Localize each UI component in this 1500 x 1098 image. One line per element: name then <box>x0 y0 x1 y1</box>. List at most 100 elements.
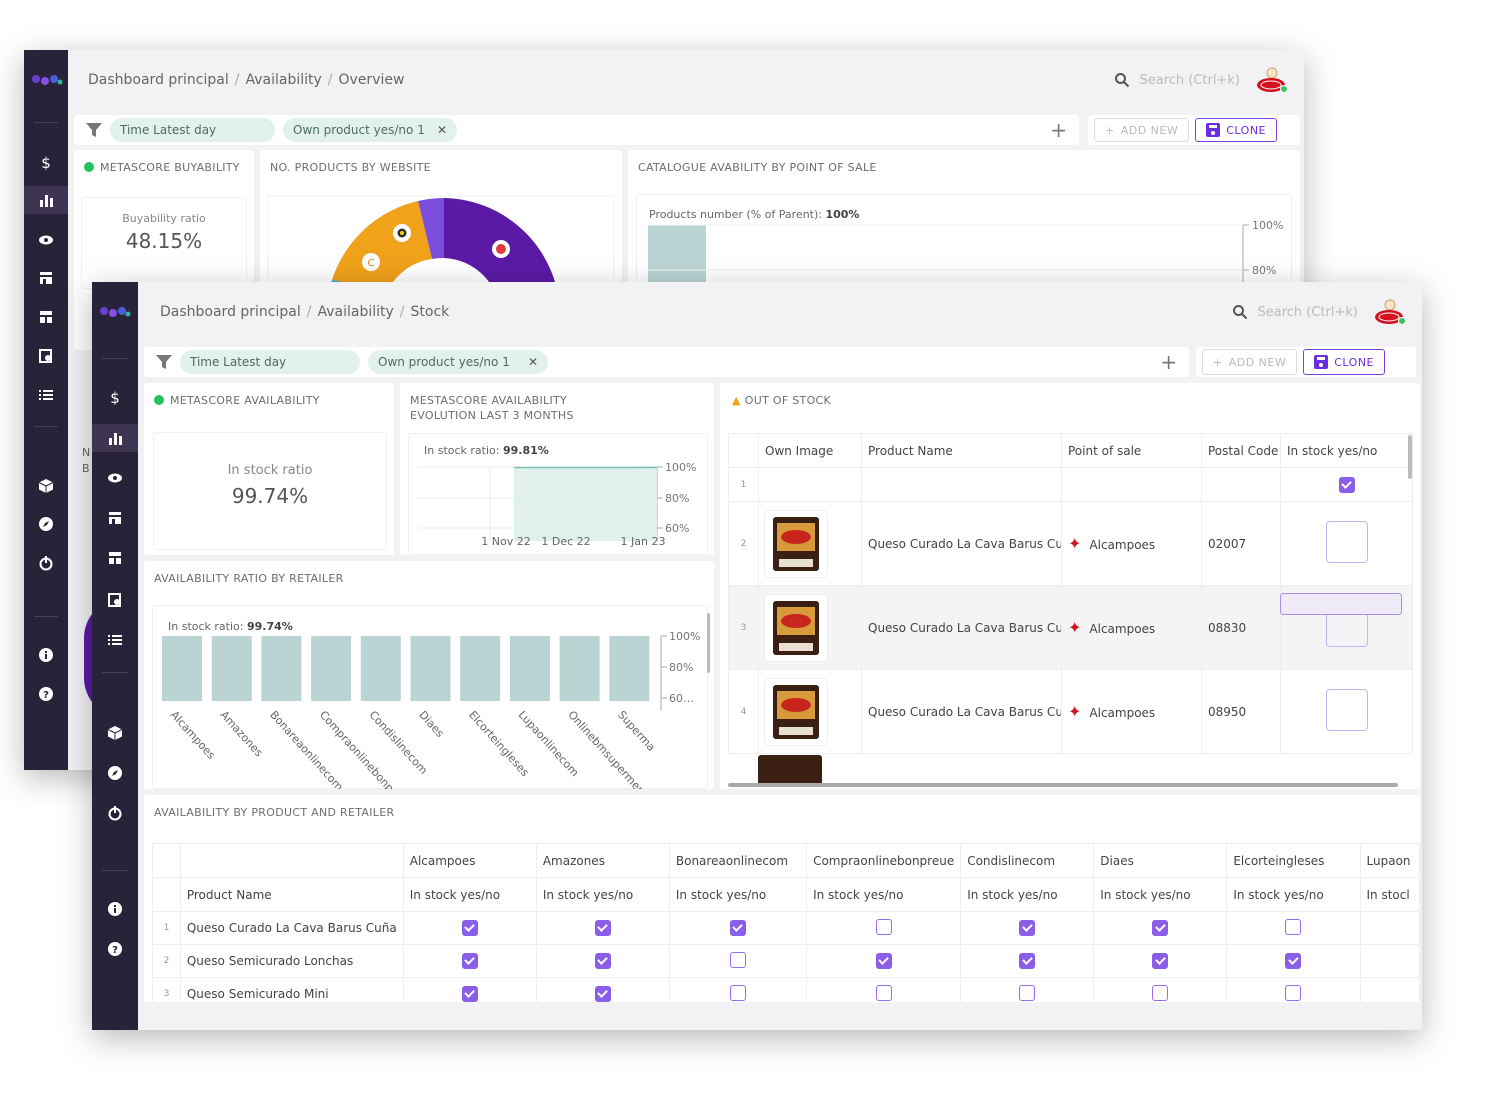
column-header[interactable]: In stock yes/no <box>535 877 670 912</box>
in-stock-checkbox[interactable] <box>875 953 892 969</box>
close-icon[interactable]: ✕ <box>516 355 538 369</box>
table-row[interactable]: 1 Queso Curado La Cava Barus Cuña <box>152 911 1420 945</box>
column-header[interactable]: In stock yes/no <box>806 877 962 912</box>
sidebar-item-layout[interactable] <box>24 303 68 331</box>
column-header[interactable]: Postal Code <box>1201 433 1281 468</box>
sidebar-item-layout[interactable] <box>92 544 138 572</box>
retailer-header[interactable]: Diaes <box>1093 843 1228 878</box>
filter-chip-own-product[interactable]: Own product yes/no 1 ✕ <box>368 350 548 374</box>
filter-chip-own-product[interactable]: Own product yes/no 1 ✕ <box>283 118 457 142</box>
search-box[interactable]: Search (Ctrl+k) <box>1232 304 1359 320</box>
in-stock-checkbox[interactable] <box>1285 918 1302 935</box>
column-header[interactable]: In stock yes/no <box>1226 877 1361 912</box>
sidebar-item-list[interactable] <box>24 381 68 409</box>
sidebar-item-products[interactable] <box>24 472 68 500</box>
in-stock-checkbox[interactable] <box>1338 476 1355 493</box>
sidebar-item-pricing[interactable]: $ <box>92 383 138 411</box>
in-stock-checkbox[interactable] <box>1152 920 1169 936</box>
column-header[interactable]: Point of sale <box>1061 433 1202 468</box>
add-filter-button[interactable]: + <box>1160 350 1177 374</box>
sidebar-item-help[interactable]: ? <box>92 935 138 963</box>
clone-button[interactable]: CLONE <box>1303 349 1386 375</box>
sidebar-item-help[interactable]: ? <box>24 680 68 708</box>
retailer-header[interactable]: Elcorteingleses <box>1226 843 1361 878</box>
filter-icon[interactable] <box>156 355 172 369</box>
in-stock-checkbox[interactable] <box>1019 920 1036 936</box>
in-stock-checkbox[interactable] <box>1285 953 1302 969</box>
column-header[interactable]: In stock yes/no <box>402 877 537 912</box>
search-input[interactable]: Search (Ctrl+k) <box>1140 73 1241 88</box>
breadcrumb-item[interactable]: Dashboard principal <box>160 304 301 320</box>
in-stock-checkbox[interactable] <box>1019 953 1036 969</box>
column-header[interactable]: Product Name <box>861 433 1062 468</box>
table-row[interactable]: 2 Queso Semicurado Lonchas <box>152 944 1420 978</box>
sidebar-item-power[interactable] <box>24 549 68 577</box>
in-stock-checkbox[interactable] <box>1325 689 1368 731</box>
sidebar-item-analytics[interactable] <box>92 424 138 452</box>
in-stock-checkbox[interactable] <box>729 951 746 968</box>
sidebar-item-power[interactable] <box>92 799 138 827</box>
add-new-button[interactable]: + ADD NEW <box>1202 349 1298 375</box>
column-header[interactable]: In stock yes/no <box>1093 877 1228 912</box>
avatar[interactable] <box>1256 65 1288 95</box>
breadcrumb-item[interactable]: Availability <box>317 304 393 320</box>
sidebar-item-info[interactable] <box>92 895 138 923</box>
in-stock-checkbox[interactable] <box>729 920 746 936</box>
sidebar-item-store[interactable] <box>24 264 68 292</box>
in-stock-checkbox[interactable] <box>594 953 611 969</box>
sidebar-item-explore[interactable] <box>24 510 68 538</box>
in-stock-checkbox[interactable] <box>875 984 892 1001</box>
column-header[interactable]: Own Image <box>758 433 862 468</box>
sidebar-item-pricing[interactable]: $ <box>24 148 68 176</box>
in-stock-checkbox[interactable] <box>1019 984 1036 1001</box>
table-row[interactable]: 1 <box>728 467 1413 502</box>
filter-icon[interactable] <box>86 123 102 137</box>
table-row[interactable]: 4 Queso Curado La Cava Barus Cuña ✦ Alcam… <box>728 669 1413 754</box>
sidebar-item-explore[interactable] <box>92 759 138 787</box>
retailer-header[interactable]: Compraonlinebonpreue <box>806 843 962 878</box>
filter-chip-time[interactable]: Time Latest day <box>110 118 275 142</box>
in-stock-checkbox[interactable] <box>729 984 746 1001</box>
column-header[interactable]: In stocl <box>1359 877 1420 912</box>
sidebar-item-products[interactable] <box>92 719 138 747</box>
sidebar-item-reports[interactable] <box>24 342 68 370</box>
retailer-header[interactable]: Bonareaonlinecom <box>668 843 808 878</box>
sidebar-item-store[interactable] <box>92 504 138 532</box>
retailer-header[interactable]: Condislinecom <box>960 843 1095 878</box>
retailer-header[interactable]: Lupaon <box>1359 843 1420 878</box>
add-filter-button[interactable]: + <box>1050 118 1067 142</box>
sidebar-item-list[interactable] <box>92 626 138 654</box>
sidebar-item-info[interactable] <box>24 641 68 669</box>
in-stock-checkbox[interactable] <box>875 918 892 935</box>
product-name-header[interactable]: Product Name <box>179 877 404 912</box>
search-box[interactable]: Search (Ctrl+k) <box>1114 72 1241 88</box>
clone-button[interactable]: CLONE <box>1195 118 1278 142</box>
sidebar-item-visibility[interactable] <box>92 464 138 492</box>
donut-slice[interactable] <box>332 201 432 290</box>
close-icon[interactable]: ✕ <box>425 123 447 137</box>
sidebar-item-analytics[interactable] <box>24 186 68 214</box>
cell-editor[interactable] <box>1280 593 1402 615</box>
in-stock-checkbox[interactable] <box>1152 953 1169 969</box>
sidebar-item-visibility[interactable] <box>24 226 68 254</box>
breadcrumb-item[interactable]: Availability <box>245 72 321 88</box>
in-stock-checkbox[interactable] <box>461 920 478 936</box>
in-stock-checkbox[interactable] <box>1285 984 1302 1001</box>
column-header[interactable]: In stock yes/no <box>668 877 808 912</box>
breadcrumb-item[interactable]: Dashboard principal <box>88 72 229 88</box>
horizontal-scrollbar[interactable] <box>728 783 1398 787</box>
scrollbar[interactable] <box>707 613 710 673</box>
search-input[interactable]: Search (Ctrl+k) <box>1258 305 1359 320</box>
column-header[interactable]: In stock yes/no <box>1280 433 1413 468</box>
in-stock-checkbox[interactable] <box>1152 984 1169 1001</box>
in-stock-checkbox[interactable] <box>1325 521 1368 563</box>
table-row[interactable]: 3 Queso Semicurado Mini <box>152 977 1420 1005</box>
sidebar-item-reports[interactable] <box>92 586 138 614</box>
vertical-scrollbar[interactable] <box>1408 435 1412 479</box>
in-stock-checkbox[interactable] <box>594 920 611 936</box>
retailer-header[interactable]: Amazones <box>535 843 670 878</box>
in-stock-checkbox[interactable] <box>594 986 611 1002</box>
column-header[interactable]: In stock yes/no <box>960 877 1095 912</box>
in-stock-checkbox[interactable] <box>461 953 478 969</box>
in-stock-checkbox[interactable] <box>461 986 478 1002</box>
